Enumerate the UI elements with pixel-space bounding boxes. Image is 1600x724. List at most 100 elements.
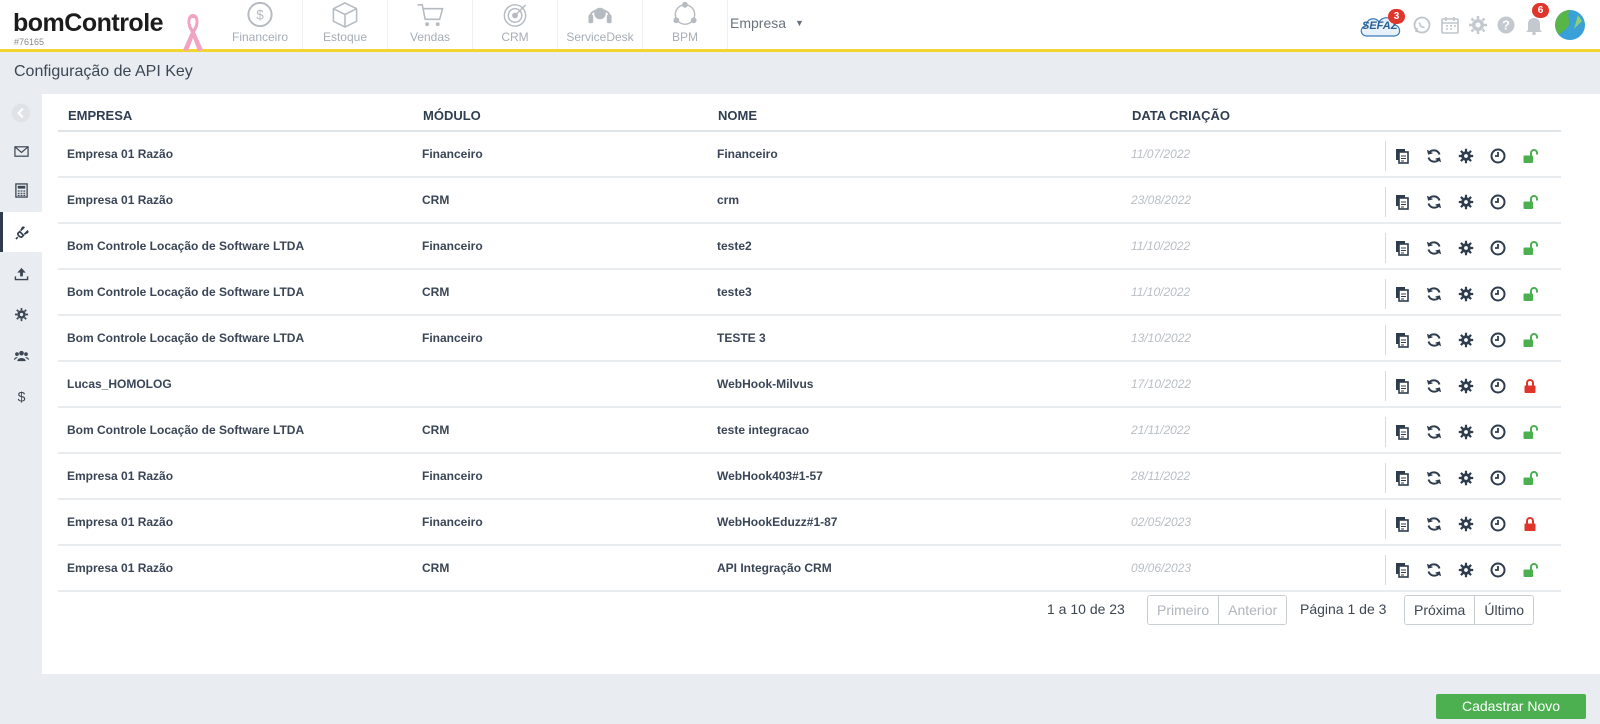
key-history-button[interactable] [1482, 376, 1514, 396]
key-settings-button[interactable] [1450, 238, 1482, 258]
key-history-button[interactable] [1482, 146, 1514, 166]
toggle-lock-button[interactable] [1514, 376, 1546, 396]
key-history-button[interactable] [1482, 514, 1514, 534]
sidebar-item-collapse[interactable] [0, 94, 42, 132]
toggle-lock-button[interactable] [1514, 468, 1546, 488]
regenerate-key-button[interactable] [1418, 192, 1450, 212]
last-page-button[interactable]: Último [1475, 596, 1534, 624]
key-history-button[interactable] [1482, 284, 1514, 304]
column-header-empresa[interactable]: EMPRESA [58, 100, 413, 132]
toggle-lock-button[interactable] [1514, 560, 1546, 580]
table-row[interactable]: Empresa 01 Razão CRM crm 23/08/2022 [58, 177, 1561, 224]
regenerate-key-button[interactable] [1418, 146, 1450, 166]
sidebar-item-upload[interactable] [0, 254, 42, 292]
regenerate-key-button[interactable] [1418, 468, 1450, 488]
cell-nome: teste3 [708, 269, 1122, 316]
copy-key-button[interactable] [1386, 238, 1418, 258]
regenerate-key-button[interactable] [1418, 376, 1450, 396]
key-settings-button[interactable] [1450, 284, 1482, 304]
key-settings-button[interactable] [1450, 514, 1482, 534]
table-row[interactable]: Empresa 01 Razão Financeiro Financeiro 11/0… [58, 131, 1561, 178]
regenerate-key-button[interactable] [1418, 514, 1450, 534]
whatsapp-icon[interactable] [1412, 15, 1432, 35]
notifications-button[interactable]: 6 [1524, 3, 1549, 37]
cell-data-criacao: 28/11/2022 [1122, 453, 1385, 500]
key-settings-button[interactable] [1450, 422, 1482, 442]
copy-key-button[interactable] [1386, 330, 1418, 350]
previous-page-button[interactable]: Anterior [1219, 596, 1287, 624]
table-row[interactable]: Lucas_HOMOLOG WebHook-Milvus 17/10/2022 [58, 361, 1561, 408]
toggle-lock-button[interactable] [1514, 146, 1546, 166]
key-history-button[interactable] [1482, 468, 1514, 488]
sidebar-item-settings[interactable] [0, 295, 42, 333]
avatar[interactable] [1554, 9, 1586, 41]
gear-icon[interactable] [1468, 15, 1488, 35]
first-page-button[interactable]: Primeiro [1148, 596, 1220, 624]
key-history-button[interactable] [1482, 422, 1514, 442]
sidebar-item-billing[interactable]: $ [0, 377, 42, 415]
cell-modulo: CRM [413, 269, 708, 316]
copy-key-button[interactable] [1386, 376, 1418, 396]
module-bpm[interactable]: BPM [643, 0, 728, 49]
gear-icon [1458, 470, 1474, 486]
column-header-nome[interactable]: NOME [708, 100, 1122, 132]
regenerate-key-button[interactable] [1418, 422, 1450, 442]
key-history-button[interactable] [1482, 560, 1514, 580]
help-icon[interactable]: ? [1496, 15, 1516, 35]
dollar-icon: $ [17, 389, 25, 404]
toggle-lock-button[interactable] [1514, 330, 1546, 350]
sidebar-item-api-key[interactable] [0, 212, 42, 252]
cell-nome: API Integração CRM [708, 545, 1122, 592]
module-servicedesk[interactable]: ServiceDesk [558, 0, 643, 49]
regenerate-key-button[interactable] [1418, 330, 1450, 350]
toggle-lock-button[interactable] [1514, 238, 1546, 258]
key-settings-button[interactable] [1450, 146, 1482, 166]
module-crm[interactable]: CRM [473, 0, 558, 49]
table-row[interactable]: Bom Controle Locação de Software LTDA CRM… [58, 407, 1561, 454]
table-row[interactable]: Bom Controle Locação de Software LTDA Fin… [58, 223, 1561, 270]
table-row[interactable]: Empresa 01 Razão Financeiro WebHook403#1-5… [58, 453, 1561, 500]
column-header-data-criacao[interactable]: DATA CRIAÇÃO [1122, 100, 1385, 132]
toggle-lock-button[interactable] [1514, 422, 1546, 442]
sidebar-item-calculator[interactable] [0, 171, 42, 209]
cell-modulo: Financeiro [413, 131, 708, 178]
sidebar-item-users[interactable] [0, 336, 42, 374]
toggle-lock-button[interactable] [1514, 192, 1546, 212]
key-settings-button[interactable] [1450, 192, 1482, 212]
copy-key-button[interactable] [1386, 192, 1418, 212]
key-settings-button[interactable] [1450, 330, 1482, 350]
module-estoque[interactable]: Estoque [303, 0, 388, 49]
module-financeiro[interactable]: $ Financeiro [218, 0, 303, 49]
table-row[interactable]: Empresa 01 Razão Financeiro WebHookEduzz#1… [58, 499, 1561, 546]
table-row[interactable]: Empresa 01 Razão CRM API Integração CRM 09/… [58, 545, 1561, 592]
sidebar-item-email[interactable] [0, 132, 42, 170]
next-page-button[interactable]: Próxima [1405, 596, 1476, 624]
brand-logo[interactable]: bomControle [13, 9, 164, 38]
table-row[interactable]: Bom Controle Locação de Software LTDA Fin… [58, 315, 1561, 362]
cell-data-criacao: 02/05/2023 [1122, 499, 1385, 546]
empresa-dropdown[interactable]: Empresa ▼ [730, 15, 804, 31]
copy-key-button[interactable] [1386, 468, 1418, 488]
key-history-button[interactable] [1482, 238, 1514, 258]
copy-key-button[interactable] [1386, 560, 1418, 580]
copy-key-button[interactable] [1386, 422, 1418, 442]
cadastrar-novo-button[interactable]: Cadastrar Novo [1436, 694, 1586, 719]
key-settings-button[interactable] [1450, 560, 1482, 580]
copy-key-button[interactable] [1386, 284, 1418, 304]
copy-key-button[interactable] [1386, 514, 1418, 534]
toggle-lock-button[interactable] [1514, 514, 1546, 534]
calendar-icon[interactable] [1440, 15, 1460, 35]
module-vendas[interactable]: Vendas [388, 0, 473, 49]
regenerate-key-button[interactable] [1418, 238, 1450, 258]
regenerate-key-button[interactable] [1418, 560, 1450, 580]
regenerate-key-button[interactable] [1418, 284, 1450, 304]
sefaz-button[interactable]: SEFAZ 3 [1357, 9, 1405, 39]
key-settings-button[interactable] [1450, 468, 1482, 488]
copy-key-button[interactable] [1386, 146, 1418, 166]
column-header-modulo[interactable]: MÓDULO [413, 100, 708, 132]
table-row[interactable]: Bom Controle Locação de Software LTDA CRM… [58, 269, 1561, 316]
toggle-lock-button[interactable] [1514, 284, 1546, 304]
key-history-button[interactable] [1482, 330, 1514, 350]
key-settings-button[interactable] [1450, 376, 1482, 396]
key-history-button[interactable] [1482, 192, 1514, 212]
